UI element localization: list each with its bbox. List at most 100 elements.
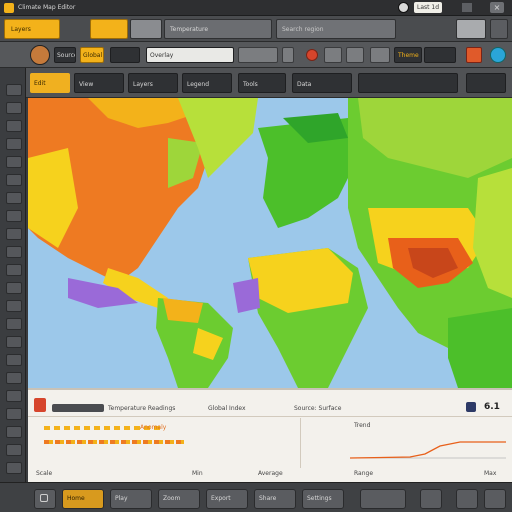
- search-input[interactable]: [130, 19, 162, 39]
- option-button-5[interactable]: [370, 47, 390, 63]
- sidebar-tool-5[interactable]: [6, 156, 22, 168]
- sidebar-tool-2[interactable]: [6, 102, 22, 114]
- menu-label-2: Layers: [133, 81, 153, 88]
- theme-select[interactable]: [424, 47, 456, 63]
- dropdown-select[interactable]: Temperature: [164, 19, 272, 39]
- series-row-2: [44, 440, 184, 444]
- right-series-label: Trend: [354, 422, 371, 429]
- footer-button-settings[interactable]: Settings: [302, 489, 344, 509]
- sidebar-tool-14[interactable]: [6, 318, 22, 330]
- menu-item-5[interactable]: Data: [292, 73, 352, 93]
- world-heat-map[interactable]: [28, 98, 512, 388]
- sidebar-tool-16[interactable]: [6, 354, 22, 366]
- footer-button-extra-4[interactable]: [484, 489, 506, 509]
- menu-item-3[interactable]: Legend: [182, 73, 232, 93]
- menu-item-2[interactable]: Layers: [128, 73, 178, 93]
- sidebar-tool-4[interactable]: [6, 138, 22, 150]
- footer-label-play: Play: [115, 495, 128, 502]
- app-icon: [4, 3, 14, 13]
- minimize-icon[interactable]: [462, 3, 472, 12]
- window-title: Climate Map Editor: [18, 4, 76, 11]
- sidebar-tool-13[interactable]: [6, 300, 22, 312]
- overlay-field[interactable]: [110, 47, 140, 63]
- option-button-1[interactable]: [238, 47, 278, 63]
- sidebar-tool-7[interactable]: [6, 192, 22, 204]
- option-button-2[interactable]: [282, 47, 294, 63]
- panel-header-box: [52, 404, 104, 412]
- footer-button-extra-1[interactable]: [360, 489, 406, 509]
- panel-footer-label-1: Min: [192, 470, 203, 477]
- sidebar-tool-3[interactable]: [6, 120, 22, 132]
- footer-button-extra-3[interactable]: [456, 489, 478, 509]
- back-icon: [40, 494, 48, 502]
- title-bar: Climate Map Editor Last 1d ×: [0, 0, 512, 16]
- notification-icon[interactable]: [398, 2, 409, 13]
- sidebar-tool-22[interactable]: [6, 462, 22, 474]
- menu-item-4[interactable]: Tools: [238, 73, 286, 93]
- theme-field[interactable]: Theme: [394, 47, 422, 63]
- trend-line: [350, 441, 506, 459]
- sidebar-tool-12[interactable]: [6, 282, 22, 294]
- panel-footer-label-2: Average: [258, 470, 283, 477]
- menu-label-5: Data: [297, 81, 312, 88]
- panel-header-left: Temperature Readings: [108, 405, 176, 412]
- extra-field[interactable]: [466, 73, 506, 93]
- overlay-input[interactable]: Overlay: [146, 47, 234, 63]
- source-field[interactable]: Source: [54, 47, 76, 63]
- date-range-badge[interactable]: Last 1d: [414, 2, 442, 13]
- footer-button-extra-2[interactable]: [420, 489, 442, 509]
- avatar[interactable]: [30, 45, 50, 65]
- overlay-value: Overlay: [150, 52, 174, 59]
- footer-button-zoom[interactable]: Zoom: [158, 489, 200, 509]
- browser-icon[interactable]: [490, 47, 506, 63]
- record-button[interactable]: [306, 49, 318, 61]
- left-sidebar: [0, 68, 26, 512]
- sidebar-tool-1[interactable]: [6, 84, 22, 96]
- footer-button-home[interactable]: Home: [62, 489, 104, 509]
- sidebar-tool-15[interactable]: [6, 336, 22, 348]
- footer-bar: Home Play Zoom Export Share Settings: [0, 482, 512, 512]
- option-button-4[interactable]: [346, 47, 364, 63]
- filter-field[interactable]: [358, 73, 458, 93]
- sidebar-tool-9[interactable]: [6, 228, 22, 240]
- global-label: Global: [83, 52, 103, 59]
- footer-button-play[interactable]: Play: [110, 489, 152, 509]
- panel-close-icon[interactable]: [34, 398, 46, 412]
- sidebar-tool-21[interactable]: [6, 444, 22, 456]
- sidebar-tool-6[interactable]: [6, 174, 22, 186]
- footer-label-share: Share: [259, 495, 277, 502]
- panel-value-badge: 6.1: [484, 402, 500, 412]
- menu-toolbar: Edit View Layers Legend Tools Data: [26, 68, 512, 98]
- layers-tab[interactable]: Layers: [4, 19, 60, 39]
- sidebar-tool-11[interactable]: [6, 264, 22, 276]
- color-swatch[interactable]: [466, 47, 482, 63]
- footer-button-export[interactable]: Export: [206, 489, 248, 509]
- menu-item-0[interactable]: Edit: [30, 73, 70, 93]
- menu-item-1[interactable]: View: [74, 73, 124, 93]
- sidebar-tool-10[interactable]: [6, 246, 22, 258]
- southeast-asia: [448, 308, 512, 388]
- panel-vertical-divider: [300, 418, 301, 468]
- panel-footer-label-4: Max: [484, 470, 497, 477]
- panel-avatar-icon[interactable]: [466, 402, 476, 412]
- footer-button-back[interactable]: [34, 489, 56, 509]
- option-button-3[interactable]: [324, 47, 342, 63]
- left-series-area: Anomaly: [36, 420, 302, 460]
- search-field[interactable]: Search region: [276, 19, 396, 39]
- sidebar-tool-17[interactable]: [6, 372, 22, 384]
- settings-button[interactable]: [490, 19, 508, 39]
- secondary-toolbar: Source Global Overlay Theme: [0, 42, 512, 68]
- sidebar-tool-8[interactable]: [6, 210, 22, 222]
- data-panel: Temperature Readings Global Index Source…: [28, 388, 512, 482]
- highlight-button[interactable]: [90, 19, 128, 39]
- close-icon[interactable]: ×: [490, 2, 504, 13]
- sidebar-tool-20[interactable]: [6, 426, 22, 438]
- map-canvas: [28, 98, 512, 388]
- zoom-input[interactable]: [456, 19, 486, 39]
- panel-footer-label-3: Range: [354, 470, 374, 477]
- global-button[interactable]: Global: [80, 47, 104, 63]
- menu-label-1: View: [79, 81, 94, 88]
- sidebar-tool-19[interactable]: [6, 408, 22, 420]
- sidebar-tool-18[interactable]: [6, 390, 22, 402]
- footer-button-share[interactable]: Share: [254, 489, 296, 509]
